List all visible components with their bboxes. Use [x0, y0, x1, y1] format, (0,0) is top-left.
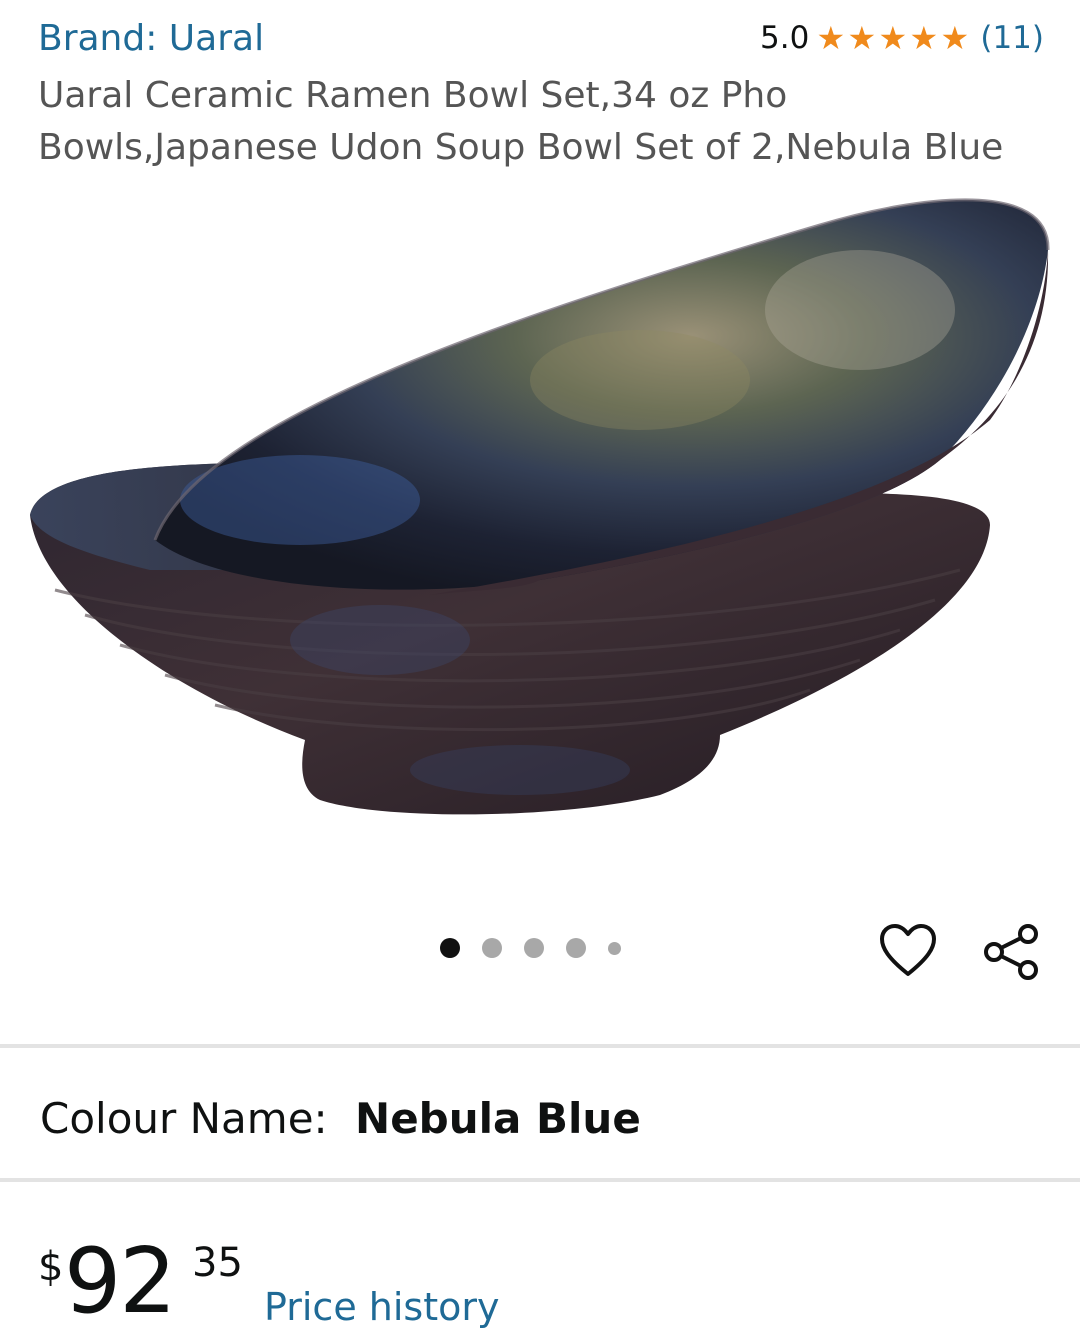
price-whole: 92 — [64, 1229, 177, 1334]
star-icon: ★ — [816, 19, 846, 57]
star-icon: ★ — [878, 19, 908, 57]
star-icon: ★ — [909, 19, 939, 57]
product-title: Uaral Ceramic Ramen Bowl Set,34 oz Pho B… — [38, 75, 1004, 168]
carousel-dot[interactable] — [440, 938, 460, 958]
add-to-wishlist-button[interactable] — [878, 920, 938, 982]
share-button[interactable] — [980, 920, 1042, 982]
brand-link[interactable]: Brand: Uaral — [38, 18, 264, 59]
heart-icon — [880, 924, 936, 976]
share-icon — [984, 924, 1038, 980]
price-history-link[interactable]: Price history — [264, 1285, 499, 1329]
carousel-dot[interactable] — [524, 938, 544, 958]
rating-summary[interactable]: 5.0 ★ ★ ★ ★ ★ (11) — [760, 20, 1044, 56]
colour-label: Colour Name: — [40, 1094, 328, 1143]
section-divider — [0, 1044, 1080, 1048]
price-currency: $ — [38, 1244, 64, 1290]
price-display: $ 92 35 — [38, 1232, 268, 1332]
carousel-dot[interactable] — [566, 938, 586, 958]
colour-selection: Colour Name: Nebula Blue — [40, 1093, 641, 1145]
product-header: Brand: Uaral 5.0 ★ ★ ★ ★ ★ (11) Uaral Ce… — [0, 0, 1080, 180]
star-rating: ★ ★ ★ ★ ★ — [815, 22, 970, 54]
rating-value: 5.0 — [760, 20, 810, 56]
image-carousel-dots[interactable] — [440, 938, 643, 958]
star-icon: ★ — [847, 19, 877, 57]
price-fraction: 35 — [192, 1240, 243, 1286]
carousel-dot[interactable] — [482, 938, 502, 958]
carousel-dot[interactable] — [608, 941, 621, 955]
star-icon: ★ — [940, 19, 970, 57]
section-divider — [0, 1178, 1080, 1182]
rating-count[interactable]: (11) — [980, 20, 1044, 56]
product-image[interactable] — [0, 170, 1080, 900]
colour-value: Nebula Blue — [355, 1094, 641, 1143]
